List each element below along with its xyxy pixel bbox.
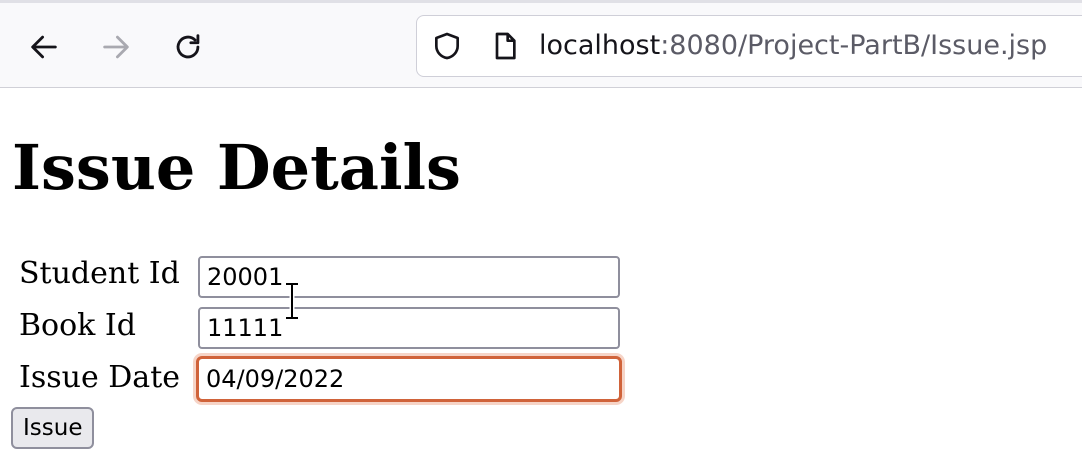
student-id-label: Student Id bbox=[19, 256, 180, 291]
issue-date-label: Issue Date bbox=[19, 360, 181, 395]
forward-arrow-icon bbox=[103, 35, 129, 59]
book-id-input[interactable] bbox=[198, 307, 620, 349]
address-bar[interactable]: localhost:8080/Project-PartB/Issue.jsp bbox=[416, 15, 1082, 77]
reload-button[interactable] bbox=[166, 25, 210, 69]
shield-icon[interactable] bbox=[431, 30, 463, 62]
url-path: :8080/Project-PartB/Issue.jsp bbox=[660, 30, 1048, 61]
browser-toolbar: localhost:8080/Project-PartB/Issue.jsp bbox=[0, 0, 1082, 88]
page-title: Issue Details bbox=[12, 131, 461, 204]
back-button[interactable] bbox=[22, 25, 66, 69]
reload-icon bbox=[176, 34, 200, 59]
student-id-input[interactable] bbox=[198, 256, 620, 298]
issue-button[interactable]: Issue bbox=[11, 407, 95, 449]
text-cursor-icon bbox=[286, 282, 298, 320]
issue-date-input[interactable] bbox=[196, 356, 622, 402]
page-icon bbox=[489, 30, 521, 62]
url-host: localhost bbox=[539, 30, 661, 61]
page-content: Issue Details Student Id Book Id Issue D… bbox=[0, 88, 1082, 470]
url-text[interactable]: localhost:8080/Project-PartB/Issue.jsp bbox=[539, 29, 1047, 63]
forward-button[interactable] bbox=[94, 25, 138, 69]
book-id-label: Book Id bbox=[19, 308, 136, 343]
back-arrow-icon bbox=[31, 35, 57, 59]
